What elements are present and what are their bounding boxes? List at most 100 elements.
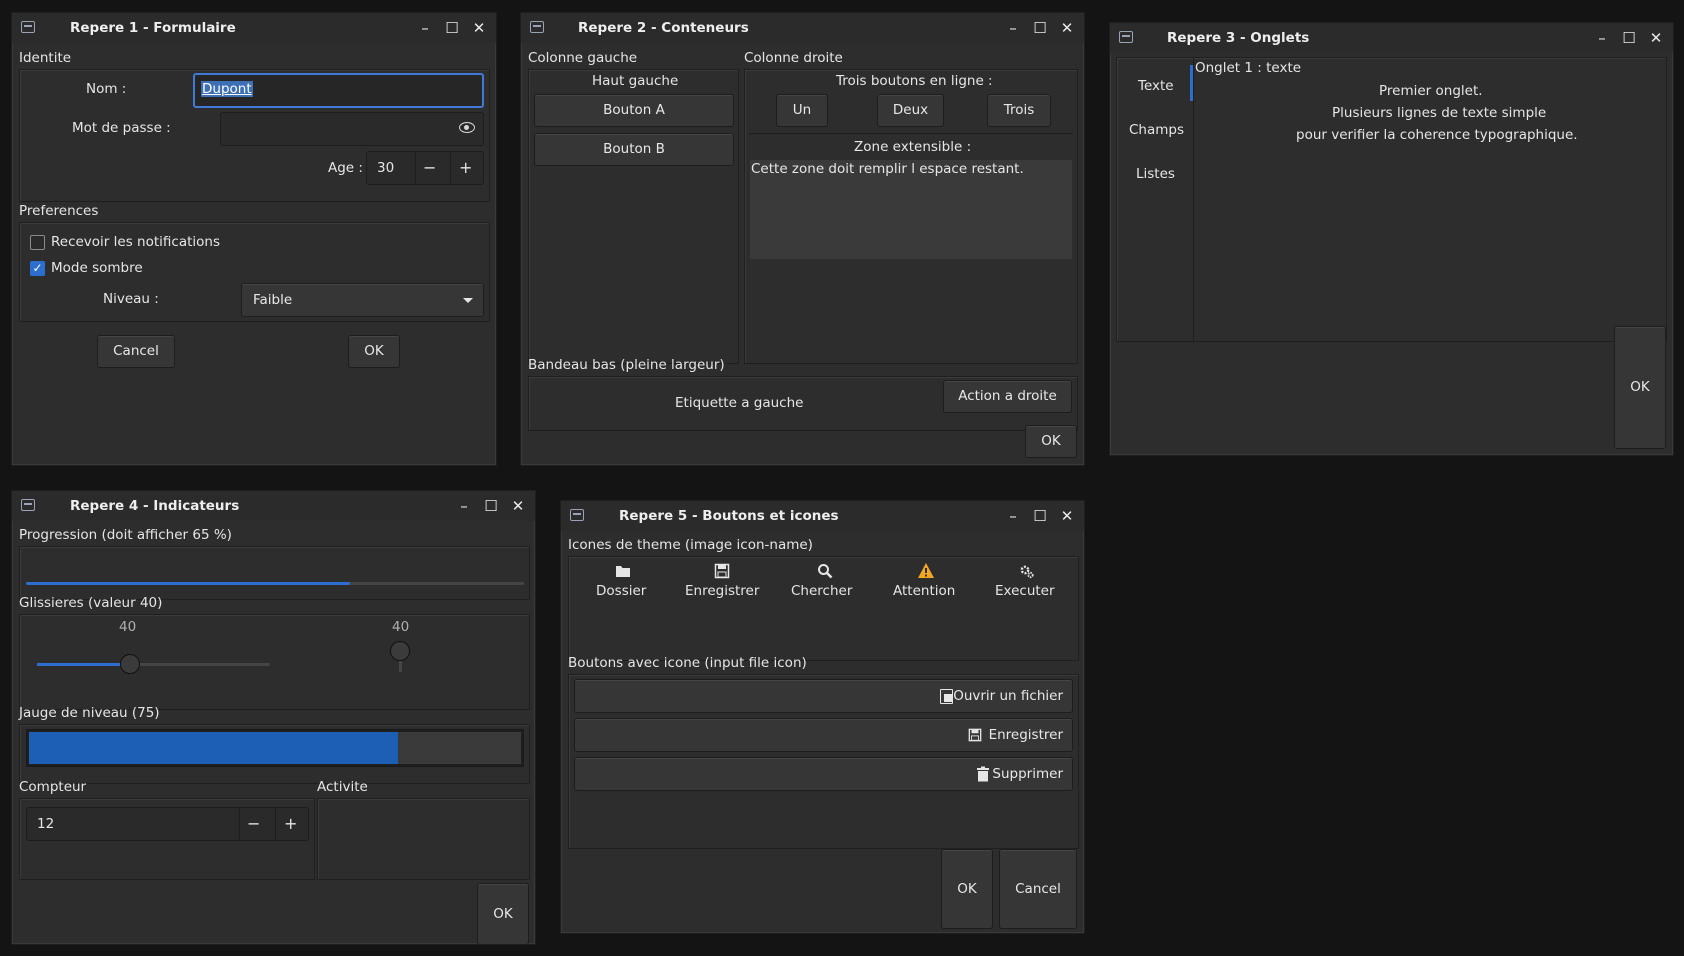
close-icon[interactable]: ✕ [1056,505,1078,527]
ok-button[interactable]: OK [348,335,400,368]
enregistrer-button[interactable]: Enregistrer [574,718,1073,752]
maximize-icon[interactable]: ☐ [1029,505,1051,527]
ok-button[interactable]: OK [1614,326,1666,449]
close-icon[interactable]: ✕ [1056,17,1078,39]
frame-label-bandeau-bas: Bandeau bas (pleine largeur) [528,357,725,373]
maximize-icon[interactable]: ☐ [1618,27,1640,49]
frame-activite [317,798,530,880]
tab-text-line-2: Plusieurs lignes de texte simple [1332,105,1547,121]
close-icon[interactable]: ✕ [507,495,529,517]
eye-icon[interactable] [459,122,475,133]
close-icon[interactable]: ✕ [468,17,490,39]
vertical-slider[interactable] [390,641,410,672]
bouton-b-button[interactable]: Bouton B [534,133,734,166]
zone-extensible-label: Zone extensible : [854,139,972,155]
frame-label-preferences: Preferences [19,203,99,219]
tab-active-indicator [1190,65,1193,101]
title-bar[interactable]: Repere 4 - Indicateurs – ☐ ✕ [12,491,535,521]
un-button[interactable]: Un [776,94,828,127]
theme-label: Enregistrer [685,583,760,599]
maximize-icon[interactable]: ☐ [1029,17,1051,39]
horizontal-slider[interactable] [37,654,270,674]
button-label: Supprimer [992,766,1063,782]
theme-label: Dossier [596,583,647,599]
ok-button[interactable]: OK [477,883,529,945]
tab-divider [1193,57,1194,342]
decrement-icon[interactable]: − [247,814,260,833]
close-icon[interactable]: ✕ [1645,27,1667,49]
tab-texte[interactable]: Texte [1138,78,1174,94]
title-bar[interactable]: Repere 2 - Conteneurs – ☐ ✕ [521,13,1084,43]
ok-button[interactable]: OK [1025,425,1077,458]
notifications-label: Recevoir les notifications [51,234,220,250]
bouton-a-button[interactable]: Bouton A [534,94,734,127]
password-field[interactable] [220,112,484,146]
compteur-spinbutton[interactable]: 12 − + [26,807,309,841]
tab-champs[interactable]: Champs [1129,122,1184,138]
cancel-button[interactable]: Cancel [97,335,175,368]
tab-listes[interactable]: Listes [1136,166,1175,182]
trash-icon [977,766,989,782]
minimize-icon[interactable]: – [1002,505,1024,527]
theme-label: Attention [893,583,956,599]
window-title: Repere 2 - Conteneurs [578,20,749,36]
mode-sombre-label: Mode sombre [51,260,143,276]
cancel-button[interactable]: Cancel [999,849,1077,929]
minimize-icon[interactable]: – [453,495,475,517]
age-value: 30 [377,160,395,176]
niveau-label: Niveau : [103,291,159,307]
v-slider-value: 40 [392,619,410,635]
frame-label-glissieres: Glissieres (valeur 40) [19,595,163,611]
ok-button[interactable]: OK [941,849,993,929]
chevron-down-icon [463,298,473,303]
increment-icon[interactable]: + [459,158,472,177]
maximize-icon[interactable]: ☐ [480,495,502,517]
minimize-icon[interactable]: – [1002,17,1024,39]
minimize-icon[interactable]: – [414,17,436,39]
title-bar[interactable]: Repere 5 - Boutons et icones – ☐ ✕ [561,501,1084,531]
action-droite-button[interactable]: Action a droite [943,380,1072,413]
frame-label-activite: Activite [317,779,368,795]
trois-boutons-heading: Trois boutons en ligne : [836,73,993,89]
progress-fill [26,582,350,585]
nom-value: Dupont [201,81,253,97]
minimize-icon[interactable]: – [1591,27,1613,49]
separator [749,133,1073,134]
notifications-checkbox[interactable] [30,235,45,250]
deux-button[interactable]: Deux [877,94,944,127]
gears-icon [1020,565,1034,579]
window-menu-icon[interactable] [530,21,544,33]
mode-sombre-checkbox[interactable]: ✓ [30,261,45,276]
window-formulaire: Repere 1 - Formulaire – ☐ ✕ Identite Nom… [11,12,497,466]
window-conteneurs: Repere 2 - Conteneurs – ☐ ✕ Colonne gauc… [520,12,1085,466]
decrement-icon[interactable]: − [423,158,436,177]
window-menu-icon[interactable] [570,509,584,521]
progress-bar [26,582,524,585]
age-label: Age : [328,160,363,176]
trois-button[interactable]: Trois [987,94,1051,127]
window-menu-icon[interactable] [21,21,35,33]
supprimer-button[interactable]: Supprimer [574,757,1073,791]
nom-field[interactable]: Dupont [193,73,484,108]
frame-label-jauge: Jauge de niveau (75) [19,705,160,721]
zone-extensible-textview[interactable]: Cette zone doit remplir l espace restant… [750,160,1072,259]
window-menu-icon[interactable] [21,499,35,511]
maximize-icon[interactable]: ☐ [441,17,463,39]
level-gauge-track [29,732,521,764]
ouvrir-fichier-button[interactable]: Ouvrir un fichier [574,679,1073,713]
theme-item-enregistrer: Enregistrer [681,561,771,605]
age-spinbutton[interactable]: 30 − + [366,151,484,185]
window-menu-icon[interactable] [1119,31,1133,43]
title-bar[interactable]: Repere 3 - Onglets – ☐ ✕ [1110,23,1673,53]
folder-icon [616,566,630,577]
zone-text: Cette zone doit remplir l espace restant… [751,161,1024,177]
frame-label-progression: Progression (doit afficher 65 %) [19,527,232,543]
slider-handle[interactable] [390,641,410,661]
h-slider-value: 40 [119,619,137,635]
niveau-dropdown[interactable]: Faible [241,283,484,317]
theme-label: Chercher [791,583,853,599]
increment-icon[interactable]: + [284,814,297,833]
compteur-value: 12 [37,816,55,832]
title-bar[interactable]: Repere 1 - Formulaire – ☐ ✕ [12,13,496,43]
level-gauge-fill [29,732,398,764]
